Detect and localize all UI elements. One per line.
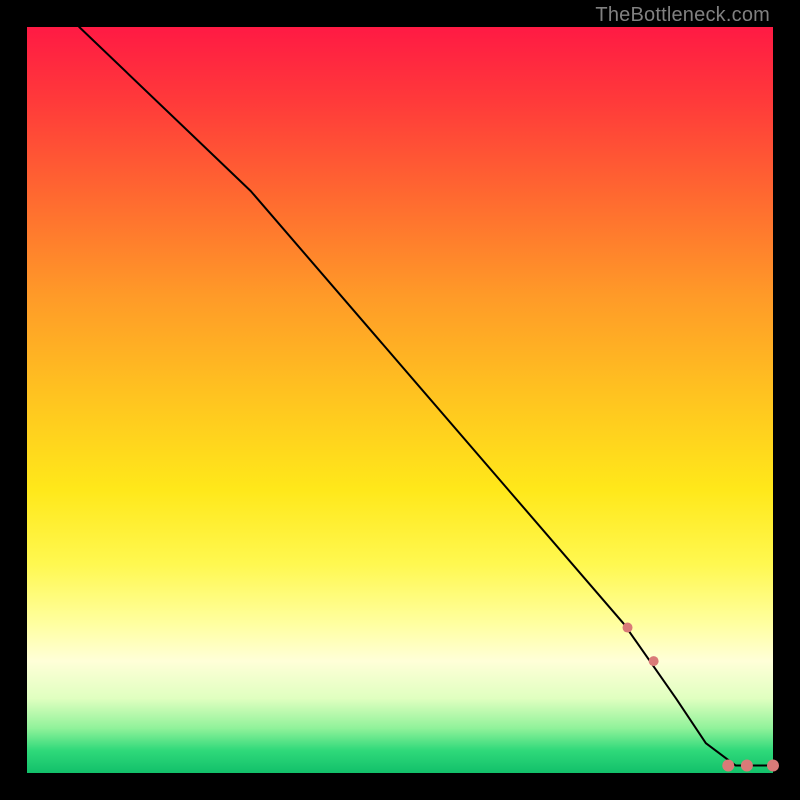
chart-line xyxy=(79,27,773,766)
chart-svg xyxy=(27,27,773,773)
marker-dot xyxy=(623,623,633,633)
marker-pill xyxy=(657,669,672,691)
marker-dot xyxy=(649,656,659,666)
watermark-label: TheBottleneck.com xyxy=(595,4,770,27)
chart-markers xyxy=(601,594,779,772)
marker-dot xyxy=(767,760,779,772)
chart-container: TheBottleneck.com xyxy=(0,0,800,800)
marker-pill xyxy=(698,736,713,755)
marker-dot xyxy=(741,760,753,772)
marker-dot xyxy=(722,760,734,772)
